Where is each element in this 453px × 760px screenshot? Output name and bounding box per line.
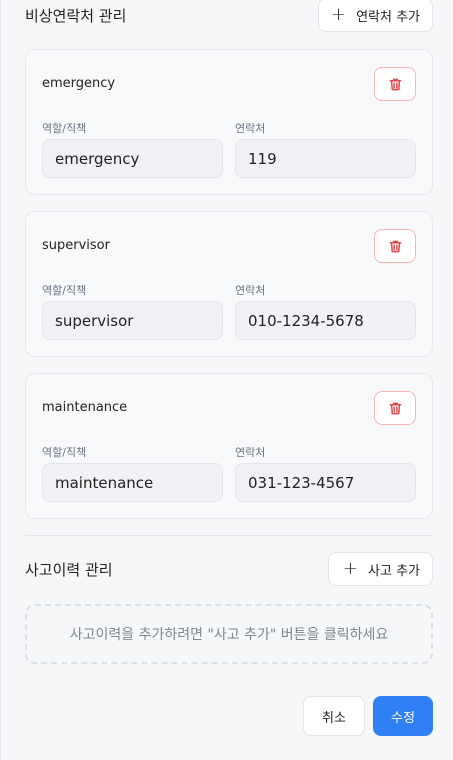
cancel-button[interactable]: 취소 <box>303 696 365 736</box>
trash-icon <box>389 78 401 90</box>
contacts-section-title: 비상연락처 관리 <box>25 6 127 25</box>
trash-icon <box>389 240 401 252</box>
accidents-empty-state: 사고이력을 추가하려면 "사고 추가" 버튼을 클릭하세요 <box>25 604 433 664</box>
trash-icon <box>389 402 401 414</box>
contact-card: supervisor 역할/직책 연락처 supervisor 010-1234… <box>25 211 433 357</box>
contact-name: emergency <box>42 76 116 91</box>
empty-message: 사고이력을 추가하려면 "사고 추가" 버튼을 클릭하세요 <box>69 627 389 643</box>
role-field-label: 역할/직책 <box>42 446 87 459</box>
phone-field-label: 연락처 <box>235 122 266 135</box>
role-input[interactable]: supervisor <box>42 301 223 340</box>
phone-field-label: 연락처 <box>235 446 266 459</box>
section-divider <box>25 535 433 536</box>
accidents-section-title: 사고이력 관리 <box>25 560 113 579</box>
delete-contact-button[interactable] <box>374 229 416 263</box>
delete-contact-button[interactable] <box>374 67 416 101</box>
phone-input[interactable]: 031-123-4567 <box>235 463 416 502</box>
phone-field-label: 연락처 <box>235 284 266 297</box>
add-accident-button[interactable]: + 사고 추가 <box>327 552 433 586</box>
add-accident-label: 사고 추가 <box>368 563 420 579</box>
add-contact-button[interactable]: + 연락처 추가 <box>317 0 433 32</box>
role-input[interactable]: maintenance <box>42 463 223 502</box>
role-field-label: 역할/직책 <box>42 122 87 135</box>
plus-icon: + <box>330 4 347 25</box>
delete-contact-button[interactable] <box>374 391 416 425</box>
contact-name: maintenance <box>42 400 128 415</box>
plus-icon: + <box>342 558 359 579</box>
role-input[interactable]: emergency <box>42 139 223 178</box>
contacts-section-header: 비상연락처 관리 + 연락처 추가 <box>25 0 433 32</box>
role-field-label: 역할/직책 <box>42 284 87 297</box>
save-button[interactable]: 수정 <box>373 696 433 736</box>
add-contact-label: 연락처 추가 <box>356 9 420 25</box>
phone-input[interactable]: 119 <box>235 139 416 178</box>
contact-card: emergency 역할/직책 연락처 emergency 119 <box>25 49 433 195</box>
contact-card: maintenance 역할/직책 연락처 maintenance 031-12… <box>25 373 433 519</box>
phone-input[interactable]: 010-1234-5678 <box>235 301 416 340</box>
accidents-section-header: 사고이력 관리 + 사고 추가 <box>25 552 433 586</box>
contact-name: supervisor <box>42 238 110 253</box>
